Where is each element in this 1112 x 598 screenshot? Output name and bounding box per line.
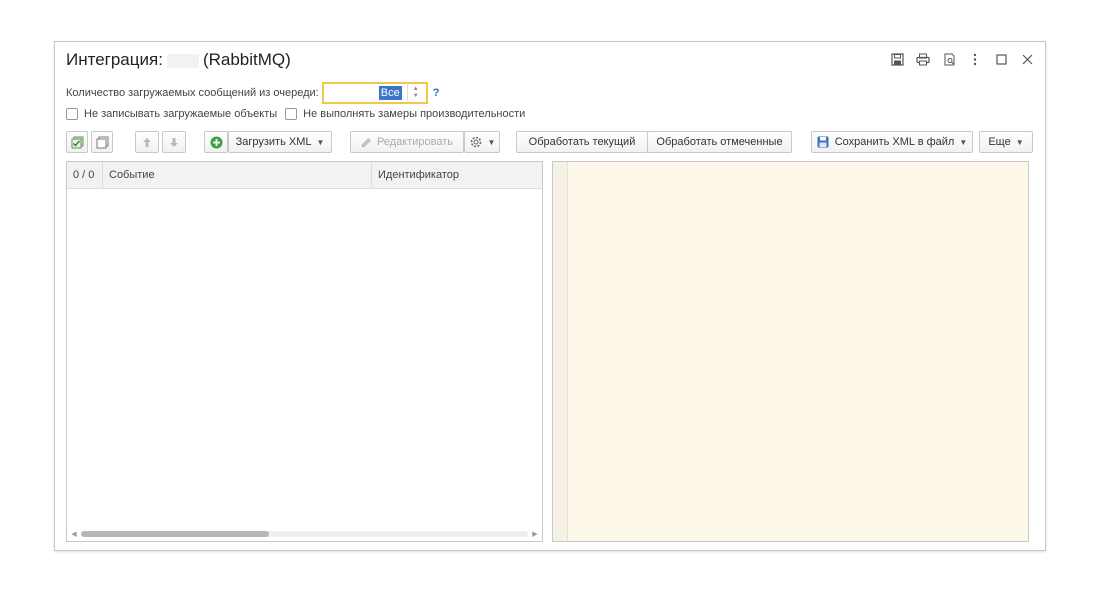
spin-down-icon[interactable]: ▼: [413, 93, 419, 100]
settings-chevron-icon: ▼: [487, 137, 496, 147]
uncheck-all-button[interactable]: [91, 131, 113, 153]
uncheck-all-icon: [96, 136, 109, 149]
process-marked-label: Обработать отмеченные: [656, 136, 783, 148]
help-link[interactable]: ?: [433, 87, 440, 99]
add-circle-icon: [210, 136, 223, 149]
no-measure-checkbox-item[interactable]: Не выполнять замеры производительности: [285, 108, 525, 120]
save-icon[interactable]: [885, 49, 909, 69]
horizontal-scrollbar[interactable]: ◀ ▶: [67, 527, 542, 541]
table-header: 0 / 0 Событие Идентификатор: [67, 162, 542, 189]
title-suffix: (RabbitMQ): [202, 50, 291, 69]
more-button[interactable]: Еще ▼: [979, 131, 1033, 153]
window-buttons: [885, 49, 1039, 69]
qty-value[interactable]: Все: [378, 86, 402, 100]
column-identifier[interactable]: Идентификатор: [372, 162, 542, 188]
more-label: Еще: [988, 136, 1011, 148]
process-current-button[interactable]: Обработать текущий: [516, 131, 648, 153]
title-redacted: [166, 53, 199, 68]
close-icon[interactable]: [1015, 49, 1039, 69]
edit-button[interactable]: Редактировать: [350, 131, 464, 153]
floppy-icon: [817, 136, 829, 148]
command-bar: Загрузить XML ▼ Редактировать ▼ Обработат…: [66, 131, 1033, 153]
no-measure-checkbox[interactable]: [285, 108, 298, 120]
qty-input[interactable]: Все ▲ ▼: [321, 82, 428, 104]
save-chevron-icon: ▼: [959, 137, 968, 147]
process-marked-button[interactable]: Обработать отмеченные: [647, 131, 792, 153]
qty-row: Количество загружаемых сообщений из очер…: [66, 82, 440, 104]
qty-label: Количество загружаемых сообщений из очер…: [66, 87, 319, 99]
viewer-gutter: [553, 162, 568, 541]
arrow-up-icon: [142, 137, 152, 148]
window-title: Интеграция: (RabbitMQ): [66, 50, 291, 70]
move-down-button[interactable]: [162, 131, 186, 153]
integration-window: Интеграция: (RabbitMQ) Количество загружа…: [54, 41, 1046, 551]
chevron-down-icon: ▼: [316, 137, 325, 147]
scroll-thumb[interactable]: [81, 531, 269, 537]
load-xml-label: Загрузить XML: [235, 136, 312, 148]
arrow-down-icon: [169, 137, 179, 148]
maximize-icon[interactable]: [989, 49, 1013, 69]
title-prefix: Интеграция:: [66, 50, 163, 69]
xml-viewer[interactable]: [552, 161, 1029, 542]
no-write-label[interactable]: Не записывать загружаемые объекты: [84, 108, 277, 120]
preview-icon[interactable]: [937, 49, 961, 69]
title-bar: Интеграция: (RabbitMQ): [55, 42, 1045, 76]
settings-button[interactable]: ▼: [464, 131, 500, 153]
check-all-button[interactable]: [66, 131, 88, 153]
more-vertical-icon[interactable]: [963, 49, 987, 69]
move-up-button[interactable]: [135, 131, 159, 153]
no-write-checkbox[interactable]: [66, 108, 78, 120]
spin-up-icon[interactable]: ▲: [413, 86, 419, 93]
no-write-checkbox-item[interactable]: Не записывать загружаемые объекты: [66, 108, 277, 120]
qty-spinner[interactable]: ▲ ▼: [406, 85, 424, 101]
options-row: Не записывать загружаемые объекты Не вып…: [66, 108, 533, 120]
column-event[interactable]: Событие: [103, 162, 372, 188]
edit-label: Редактировать: [377, 136, 453, 148]
scroll-track[interactable]: [81, 531, 528, 537]
scroll-left-icon[interactable]: ◀: [67, 530, 81, 538]
save-xml-label: Сохранить XML в файл: [834, 136, 955, 148]
events-table[interactable]: 0 / 0 Событие Идентификатор ◀ ▶: [66, 161, 543, 542]
load-xml-button[interactable]: Загрузить XML ▼: [228, 131, 332, 153]
process-current-label: Обработать текущий: [528, 136, 636, 148]
check-all-icon: [71, 136, 84, 149]
column-count[interactable]: 0 / 0: [67, 162, 103, 188]
add-button[interactable]: [204, 131, 228, 153]
gear-icon: [469, 135, 483, 149]
scroll-right-icon[interactable]: ▶: [528, 530, 542, 538]
save-xml-button[interactable]: Сохранить XML в файл ▼: [811, 131, 973, 153]
print-icon[interactable]: [911, 49, 935, 69]
no-measure-label[interactable]: Не выполнять замеры производительности: [303, 108, 525, 120]
more-chevron-icon: ▼: [1015, 137, 1024, 147]
pencil-icon: [361, 137, 372, 148]
